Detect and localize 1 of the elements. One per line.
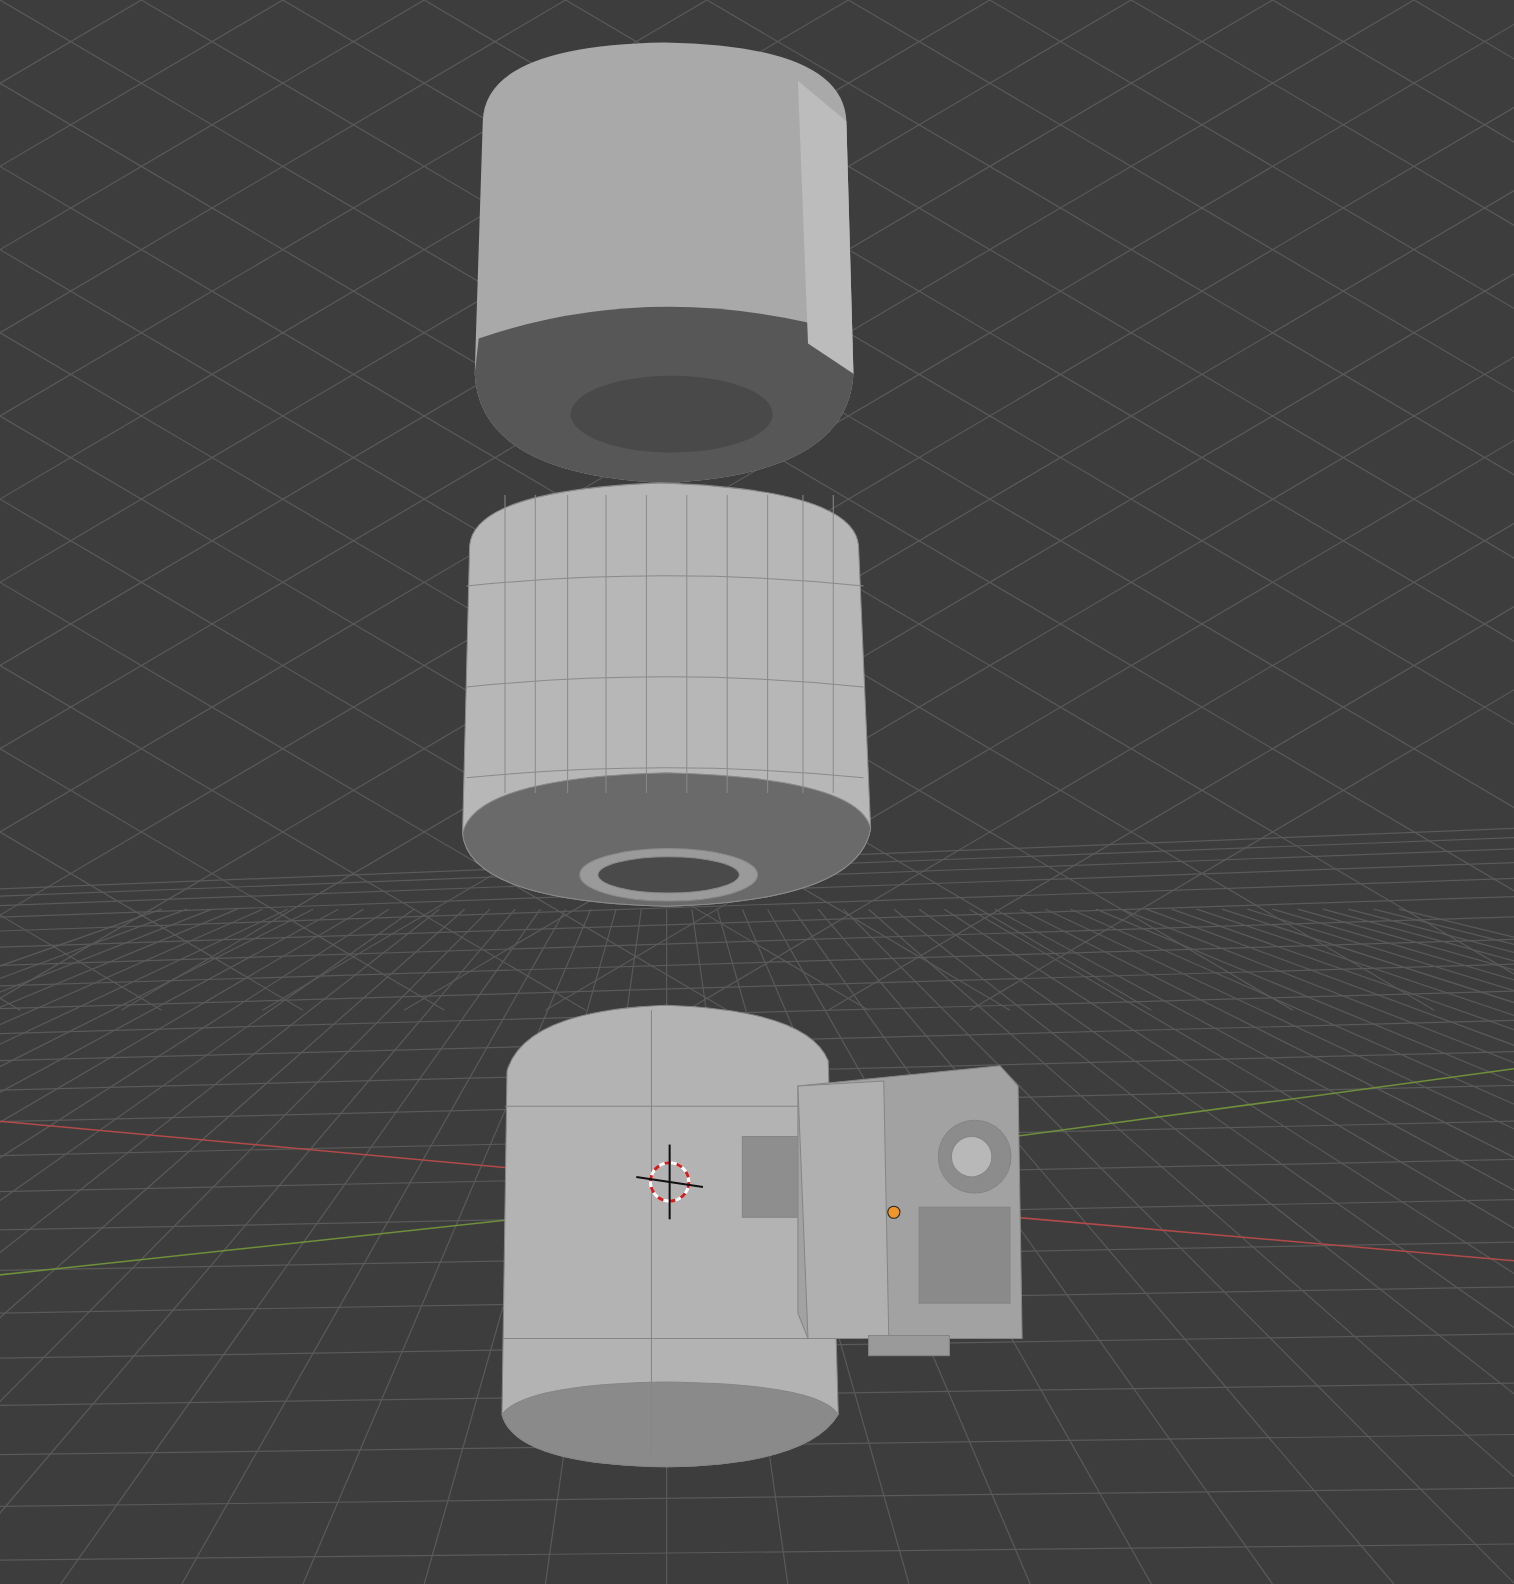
cursor-icon [636, 1144, 704, 1220]
